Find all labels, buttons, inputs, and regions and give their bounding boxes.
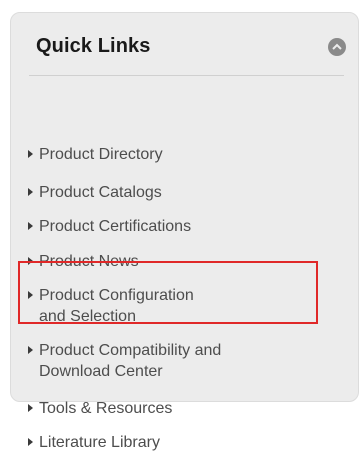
bullet-arrow-icon <box>28 404 33 412</box>
bullet-arrow-icon <box>28 188 33 196</box>
collapse-toggle-icon[interactable] <box>328 38 346 56</box>
link-tools-resources[interactable]: Tools & Resources <box>28 398 318 419</box>
link-product-directory[interactable]: Product Directory <box>28 144 318 165</box>
link-label: Product News <box>39 253 139 270</box>
link-label: Product Catalogs <box>39 184 162 201</box>
link-label: Literature Library <box>39 434 160 451</box>
link-product-compatibility[interactable]: Product Compatibility and Download Cente… <box>28 340 318 382</box>
link-label: Product Configuration and Selection <box>39 287 194 325</box>
bullet-arrow-icon <box>28 438 33 446</box>
link-product-news[interactable]: Product News <box>28 251 318 272</box>
bullet-arrow-icon <box>28 346 33 354</box>
bullet-arrow-icon <box>28 150 33 158</box>
link-label: Tools & Resources <box>39 400 173 417</box>
link-literature-library[interactable]: Literature Library <box>28 432 318 453</box>
panel-title: Quick Links <box>36 35 151 57</box>
header-divider <box>29 75 344 76</box>
bullet-arrow-icon <box>28 222 33 230</box>
chevron-up-icon <box>332 43 342 50</box>
bullet-arrow-icon <box>28 257 33 265</box>
panel-header: Quick Links <box>11 13 358 75</box>
bullet-arrow-icon <box>28 291 33 299</box>
link-product-certifications[interactable]: Product Certifications <box>28 216 318 237</box>
link-label: Product Certifications <box>39 218 192 235</box>
link-product-catalogs[interactable]: Product Catalogs <box>28 182 318 203</box>
link-label: Product Compatibility and Download Cente… <box>39 342 222 380</box>
link-label: Product Directory <box>39 146 163 163</box>
link-product-configuration[interactable]: Product Configuration and Selection <box>28 285 318 327</box>
